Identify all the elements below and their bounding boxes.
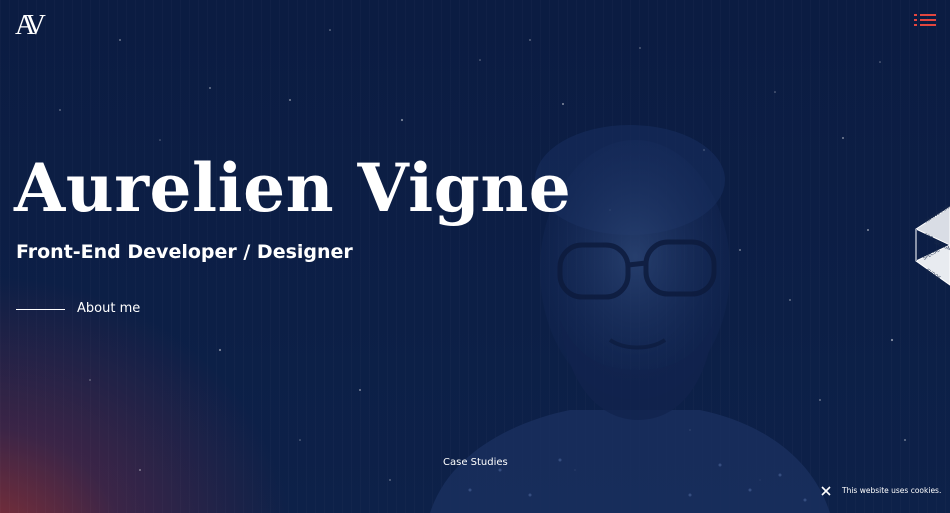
awards-ribbon-icon[interactable]: AWWWARDS FOR DESIGN SPECIAL KUDOS: [912, 205, 950, 287]
close-icon[interactable]: [820, 485, 832, 497]
case-studies-link[interactable]: Case Studies: [443, 456, 508, 470]
hero-title: Aurelien Vigne: [14, 149, 572, 227]
about-link-label: About me: [77, 301, 141, 316]
cookie-text: This website uses cookies.: [842, 486, 942, 495]
hero-subtitle: Front-End Developer / Designer: [16, 241, 353, 263]
page: AV Aurelien Vigne Front-End Developer / …: [0, 0, 950, 513]
about-me-link[interactable]: About me: [16, 300, 140, 318]
about-link-line: [16, 308, 65, 310]
cookie-banner: This website uses cookies.: [820, 485, 941, 497]
list-icon[interactable]: [914, 13, 936, 27]
logo[interactable]: AV: [15, 12, 49, 40]
